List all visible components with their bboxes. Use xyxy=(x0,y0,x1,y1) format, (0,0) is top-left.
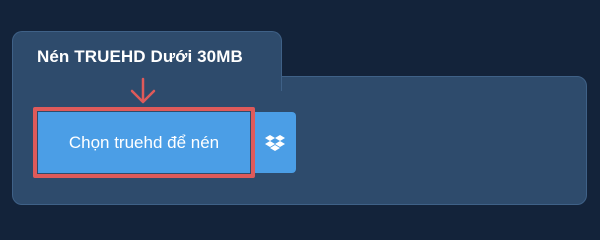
panel-tab-title: Nén TRUEHD Dưới 30MB xyxy=(37,47,243,66)
dropbox-icon xyxy=(264,134,285,151)
dropbox-button[interactable] xyxy=(253,112,296,173)
down-arrow-icon xyxy=(130,77,156,104)
highlight-box xyxy=(33,107,255,178)
